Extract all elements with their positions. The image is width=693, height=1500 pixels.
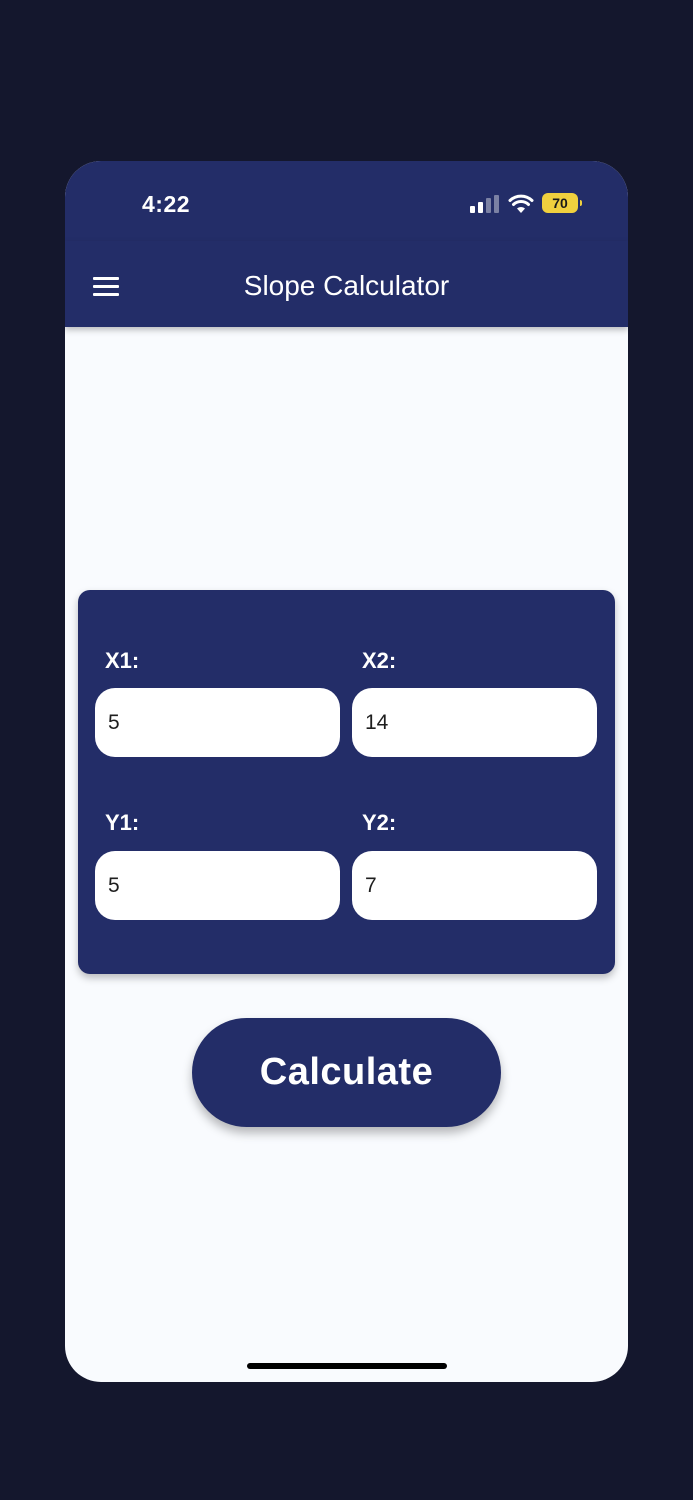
- x1-label: X1:: [105, 648, 140, 673]
- x1-input[interactable]: 5: [95, 688, 340, 757]
- phone-screen: 4:22 70 Slope Calculator X1: X2: 5 14 Y1…: [65, 161, 628, 1382]
- coordinates-card: X1: X2: 5 14 Y1: Y2: 5 7: [78, 590, 615, 974]
- signal-icon: [470, 195, 500, 213]
- x2-label: X2:: [362, 648, 397, 673]
- y2-label: Y2:: [362, 810, 397, 835]
- y2-input[interactable]: 7: [352, 851, 597, 920]
- home-indicator[interactable]: [247, 1363, 447, 1369]
- battery-icon: 70: [542, 193, 582, 213]
- app-bar: Slope Calculator: [65, 241, 628, 327]
- calculate-button[interactable]: Calculate: [192, 1018, 501, 1127]
- y1-label: Y1:: [105, 810, 140, 835]
- app-title: Slope Calculator: [243, 270, 450, 301]
- status-icons: 70: [470, 192, 582, 216]
- y1-input[interactable]: 5: [95, 851, 340, 920]
- status-bar: 4:22 70: [65, 161, 628, 241]
- x2-input[interactable]: 14: [352, 688, 597, 757]
- status-time: 4:22: [142, 191, 191, 217]
- wifi-icon: [508, 194, 534, 213]
